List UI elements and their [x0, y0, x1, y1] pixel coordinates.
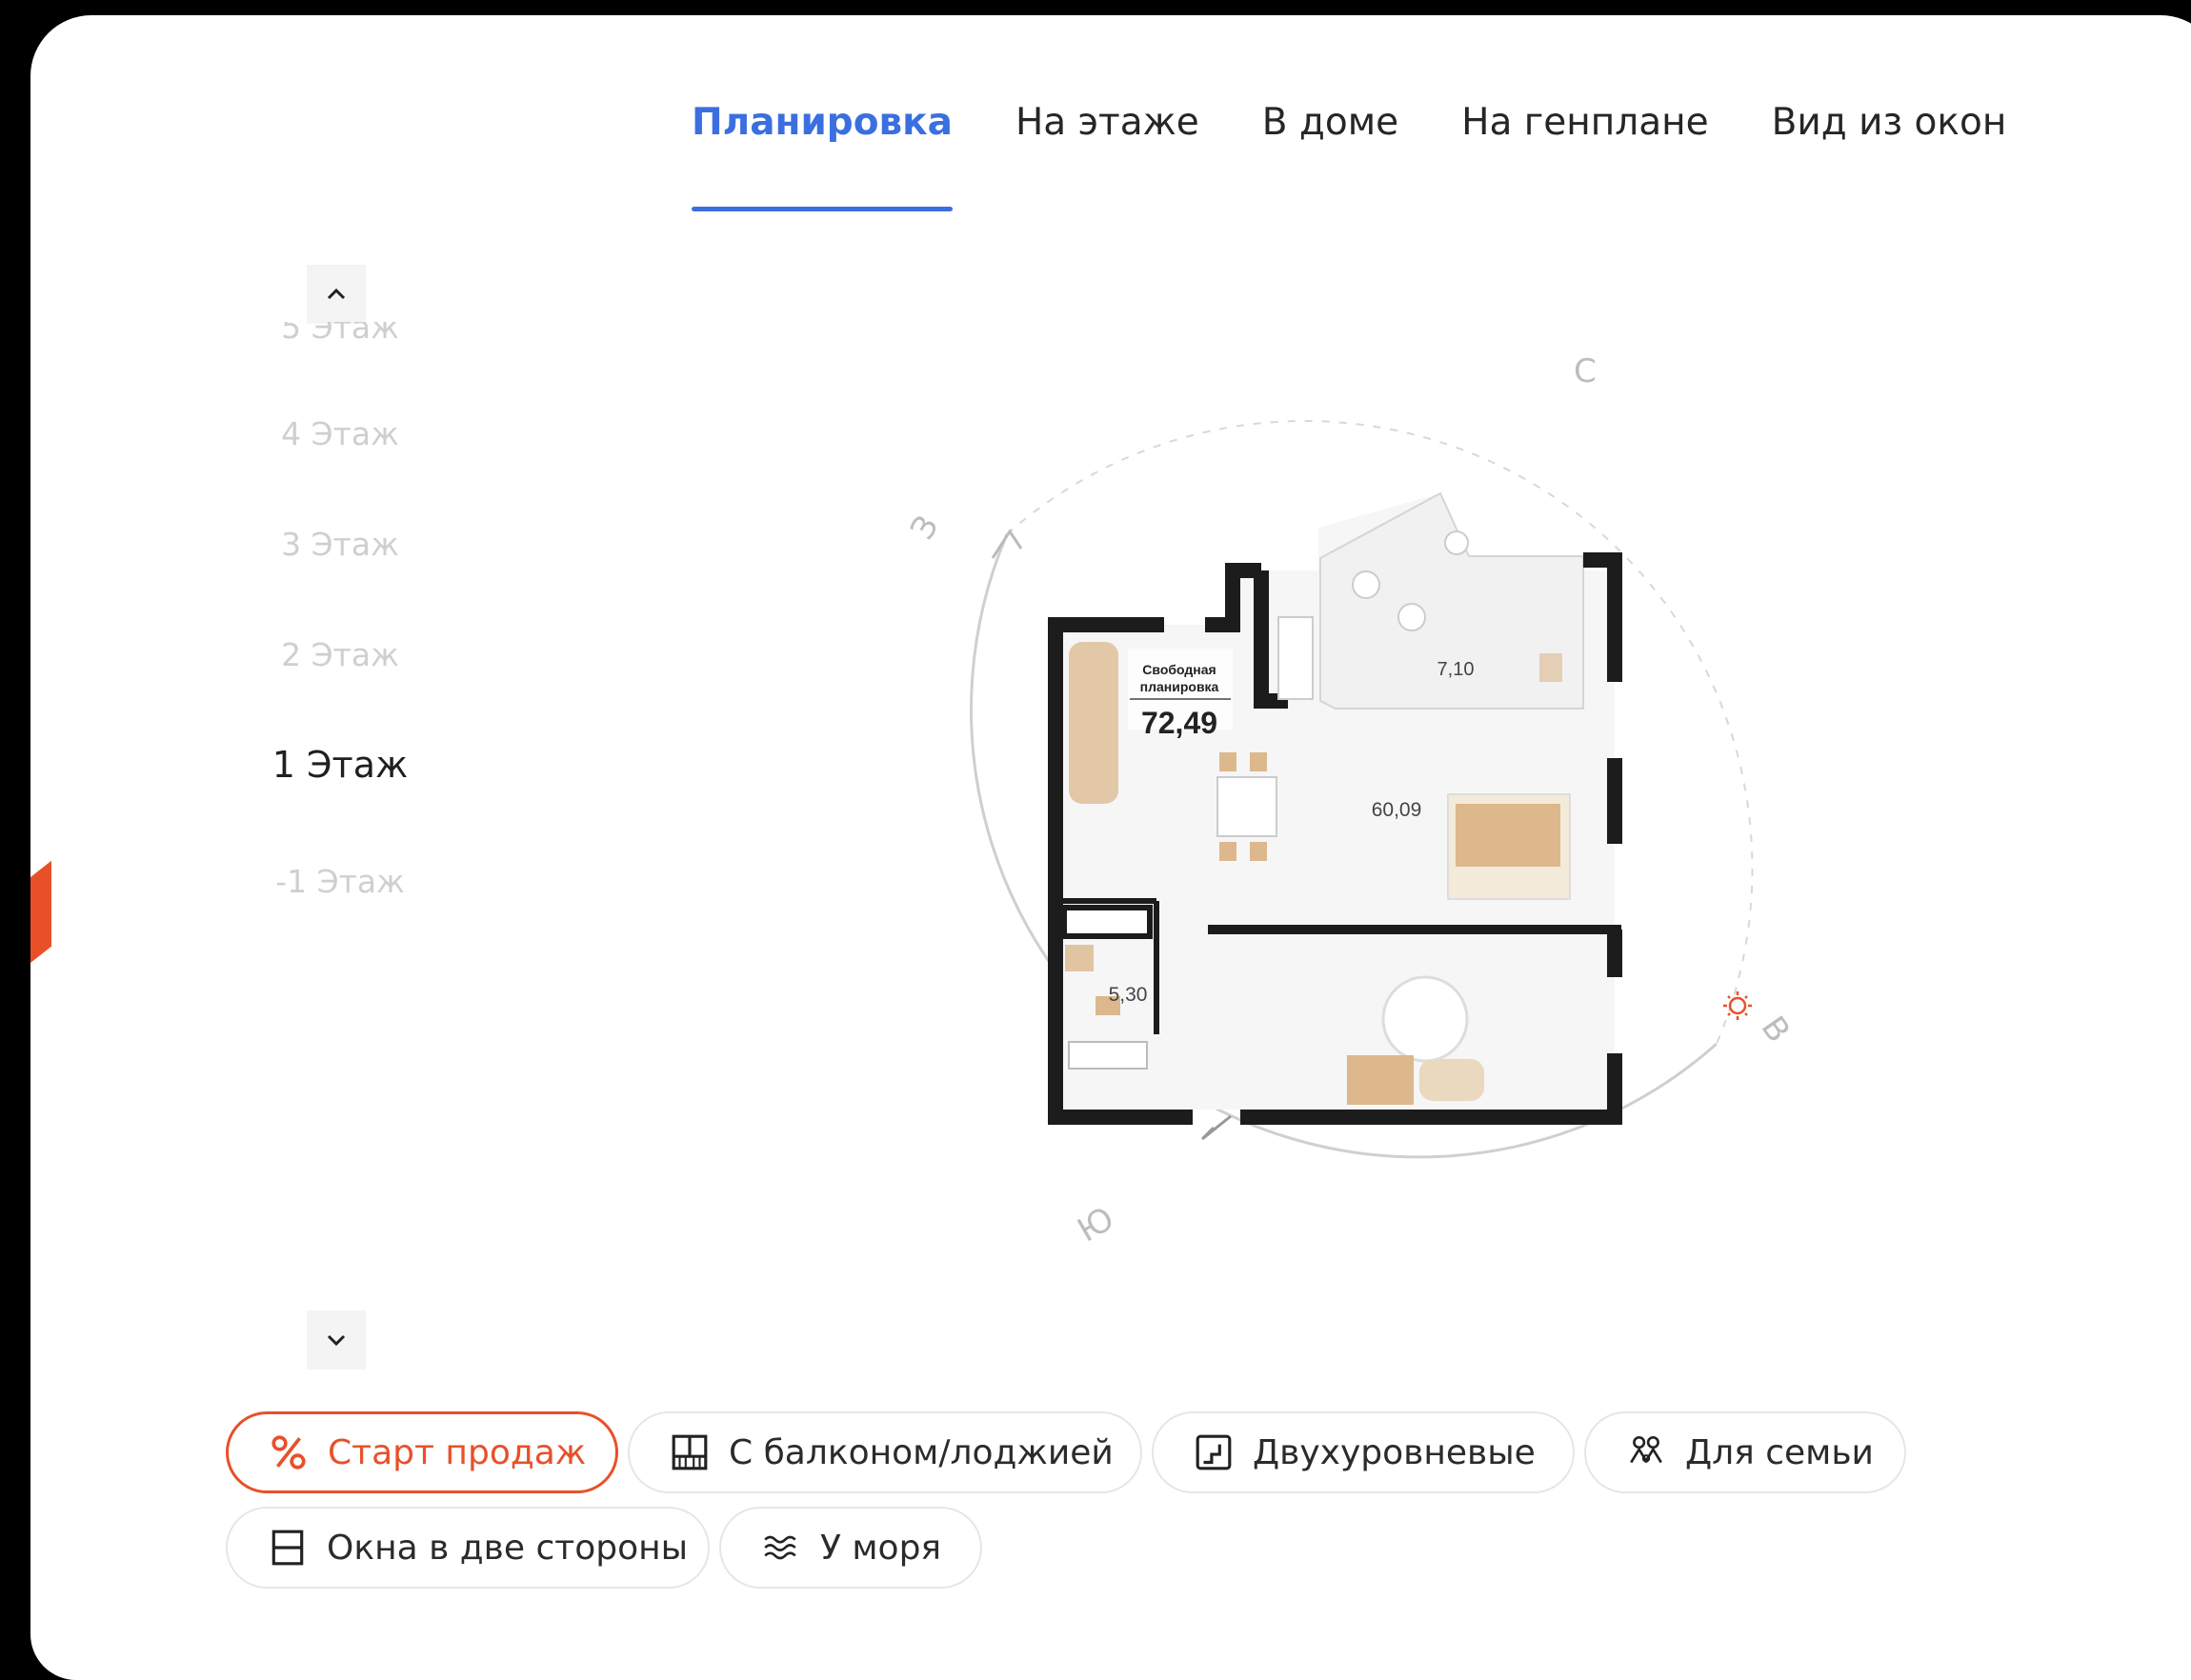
- tab-in-building[interactable]: В доме: [1231, 104, 1430, 211]
- room-area-loggia: 7,10: [1437, 659, 1475, 680]
- waves-icon: [764, 1535, 796, 1560]
- tag-label: С балконом/лоджией: [729, 1432, 1114, 1472]
- floor-item-3[interactable]: 3 Этаж: [259, 526, 421, 563]
- floor-plan: Свободная планировка 72,49 7,10 60,09 5,…: [1048, 491, 1622, 1141]
- compass-north-label: С: [1574, 352, 1597, 390]
- tag-label: Окна в две стороны: [327, 1528, 689, 1568]
- chevron-up-icon: [327, 288, 346, 300]
- main-card: Планировка На этаже В доме На генплане В…: [30, 15, 2191, 1680]
- room-area-living: 60,09: [1372, 799, 1422, 821]
- tag-label: У моря: [820, 1528, 942, 1568]
- floor-item-1[interactable]: 1 Этаж: [259, 744, 421, 786]
- stairs-icon: [1196, 1434, 1232, 1470]
- windows-icon: [271, 1530, 304, 1566]
- floor-item-4[interactable]: 4 Этаж: [259, 415, 421, 452]
- tag-label: Для семьи: [1685, 1432, 1874, 1472]
- tag-sea[interactable]: У моря: [719, 1507, 982, 1589]
- floor-up-button[interactable]: [307, 265, 366, 324]
- tab-on-floor[interactable]: На этаже: [984, 104, 1231, 211]
- tab-master-plan[interactable]: На генплане: [1430, 104, 1739, 211]
- orientation-compass: Свободная планировка 72,49 7,10 60,09 5,…: [878, 352, 1812, 1282]
- balcony-icon: [672, 1434, 708, 1470]
- family-icon: [1630, 1435, 1662, 1464]
- tag-family[interactable]: Для семьи: [1584, 1411, 1906, 1493]
- tab-window-view[interactable]: Вид из окон: [1740, 104, 2039, 211]
- tag-label: Старт продаж: [328, 1432, 587, 1472]
- chevron-down-icon: [327, 1334, 346, 1347]
- view-tabs: Планировка На этаже В доме На генплане В…: [663, 104, 2039, 211]
- tab-layout[interactable]: Планировка: [663, 104, 984, 211]
- floor-item-minus-1[interactable]: -1 Этаж: [259, 863, 421, 900]
- tag-two-level[interactable]: Двухуровневые: [1152, 1411, 1575, 1493]
- floor-down-button[interactable]: [307, 1310, 366, 1370]
- plan-badge-line1: Свободная: [1142, 662, 1216, 677]
- room-area-bathroom: 5,30: [1109, 984, 1148, 1006]
- tag-label: Двухуровневые: [1253, 1432, 1536, 1472]
- floor-item-5[interactable]: 5 Этаж: [259, 322, 421, 347]
- tag-sales-start[interactable]: Старт продаж: [226, 1411, 618, 1493]
- floor-item-2[interactable]: 2 Этаж: [259, 636, 421, 673]
- tag-balcony[interactable]: С балконом/лоджией: [628, 1411, 1142, 1493]
- sun-icon: [1723, 991, 1752, 1020]
- compass-ring: Свободная планировка 72,49 7,10 60,09 5,…: [970, 420, 1754, 1159]
- percent-icon: [271, 1435, 306, 1470]
- plan-badge-line2: планировка: [1140, 679, 1219, 694]
- tag-dual-windows[interactable]: Окна в две стороны: [226, 1507, 710, 1589]
- plan-total-area: 72,49: [1141, 706, 1217, 740]
- accent-stripe: [30, 860, 51, 963]
